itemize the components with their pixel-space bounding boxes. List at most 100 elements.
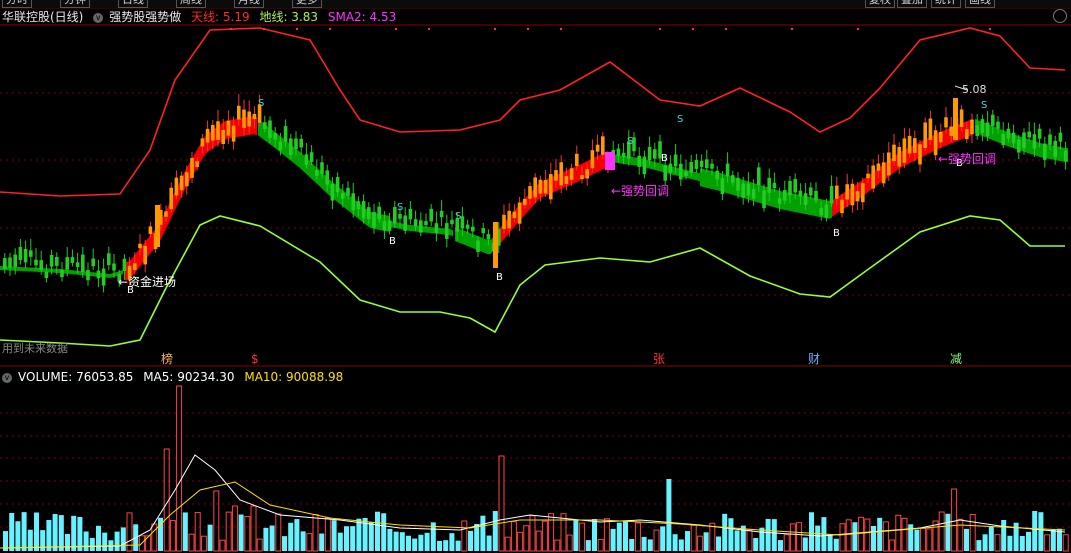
fund-entry-annotation: ←资金进场 — [118, 274, 176, 289]
candle-body — [75, 262, 80, 267]
candle-body — [289, 138, 293, 155]
marker-dot — [296, 28, 298, 30]
volume-bar — [188, 533, 195, 552]
candle-body — [367, 207, 371, 219]
volume-bar — [461, 520, 468, 552]
candle-body — [107, 253, 111, 266]
toolbar-right-button[interactable]: 复权 — [865, 0, 895, 8]
candle-body — [684, 171, 688, 177]
candle-body — [205, 128, 210, 143]
volume-bar — [114, 531, 120, 551]
candle-body — [861, 183, 865, 203]
candle-body — [1063, 150, 1068, 162]
volume-bar — [96, 525, 101, 551]
event-marker: 张 — [653, 352, 665, 366]
ma5-value: MA5: 90234.30 — [143, 370, 235, 384]
candle-body — [419, 220, 423, 233]
volume-bar — [102, 532, 108, 551]
candle-body — [715, 170, 719, 180]
candle-body — [398, 214, 402, 219]
volume-bar — [269, 525, 275, 551]
collapse-icon[interactable]: v — [93, 12, 104, 23]
candle-body — [949, 126, 953, 136]
volume-bar — [306, 533, 313, 552]
volume-bar — [957, 518, 964, 552]
candle-body — [226, 120, 231, 136]
volume-bar — [647, 539, 653, 551]
volume-bar — [517, 531, 524, 552]
candle-body — [486, 234, 491, 240]
volume-bar — [21, 512, 27, 551]
toolbar-button[interactable]: 分钟 — [60, 0, 90, 8]
toolbar-right-button[interactable]: 叠加 — [897, 0, 927, 8]
toolbar-button[interactable]: 日线 — [118, 0, 148, 8]
candle-body — [70, 257, 75, 263]
volume-panel-header: v VOLUME: 76053.85 MA5: 90234.30 MA10: 90… — [2, 369, 349, 385]
volume-bar — [858, 516, 865, 552]
candle-body — [725, 163, 730, 177]
lower-line-value: 地线: 3.83 — [259, 10, 319, 24]
volume-bar — [802, 537, 808, 551]
candle-body — [970, 119, 974, 135]
candle-body — [953, 98, 958, 140]
toolbar-button[interactable]: 周线 — [176, 0, 206, 8]
candle-body — [60, 269, 64, 278]
volume-bar — [765, 518, 771, 551]
event-marker: 榜 — [161, 351, 173, 366]
settings-circle-icon[interactable] — [1053, 9, 1067, 23]
volume-bar — [52, 514, 58, 551]
candle-body — [55, 256, 59, 266]
volume-bar — [1032, 511, 1038, 551]
volume-bar — [356, 518, 362, 551]
toolbar-button[interactable]: 分时 — [2, 0, 32, 8]
volume-bar — [610, 528, 616, 551]
volume-bar — [437, 540, 442, 551]
volume-bar — [895, 514, 902, 552]
buy-signal: B — [496, 272, 503, 283]
candle-body — [876, 163, 881, 171]
candle-body — [341, 192, 345, 199]
candle-body — [39, 260, 43, 271]
candle-body — [346, 187, 350, 196]
indicator-name[interactable]: 强势股强势做 — [109, 10, 181, 24]
candle-body — [309, 152, 314, 162]
main-panel-header: 华联控股(日线) v 强势股强势做 天线: 5.19 地线: 3.83 SMA2:… — [2, 9, 402, 25]
candle-body — [1048, 134, 1052, 145]
candle-body — [939, 131, 943, 143]
strength-ribbon — [455, 227, 497, 255]
volume-bar — [882, 521, 889, 552]
candle-body — [1011, 132, 1016, 144]
ma10-value: MA10: 90088.98 — [244, 370, 344, 384]
candle-body — [169, 187, 173, 210]
volume-bar — [641, 536, 647, 551]
candle-body — [86, 269, 90, 281]
kline-chart[interactable]: BBBBBBSSSSSS←资金进场←强势回调←强势回调5.08榜 $ 张财减 — [0, 0, 1071, 553]
candle-body — [585, 169, 589, 179]
volume-bar — [492, 511, 498, 551]
candle-body — [637, 155, 641, 167]
candle-body — [252, 113, 257, 120]
collapse-icon[interactable]: v — [2, 372, 12, 383]
volume-bar — [244, 516, 251, 552]
volume-bar — [666, 479, 672, 551]
candle-body — [710, 163, 714, 169]
event-marker: 减 — [950, 352, 962, 366]
volume-bar — [368, 522, 374, 551]
volume-bar — [560, 513, 567, 552]
candle-body — [918, 144, 922, 165]
candle-body — [642, 156, 647, 175]
volume-bar — [40, 530, 46, 551]
toolbar-right-button[interactable]: 统计 — [931, 0, 961, 8]
candle-body — [49, 254, 54, 267]
volume-bar — [759, 527, 765, 551]
toolbar-button[interactable]: 月线 — [234, 0, 264, 8]
volume-bar — [653, 529, 660, 552]
candle-body — [174, 177, 179, 196]
toolbar-right-button[interactable]: 画线 — [965, 0, 995, 8]
toolbar-button[interactable]: 更多 — [292, 0, 322, 8]
event-marker: $ — [251, 352, 259, 366]
stock-name[interactable]: 华联控股(日线) — [2, 10, 83, 24]
candle-body — [1017, 139, 1021, 153]
volume-bar — [331, 520, 337, 551]
volume-bar — [815, 525, 821, 551]
